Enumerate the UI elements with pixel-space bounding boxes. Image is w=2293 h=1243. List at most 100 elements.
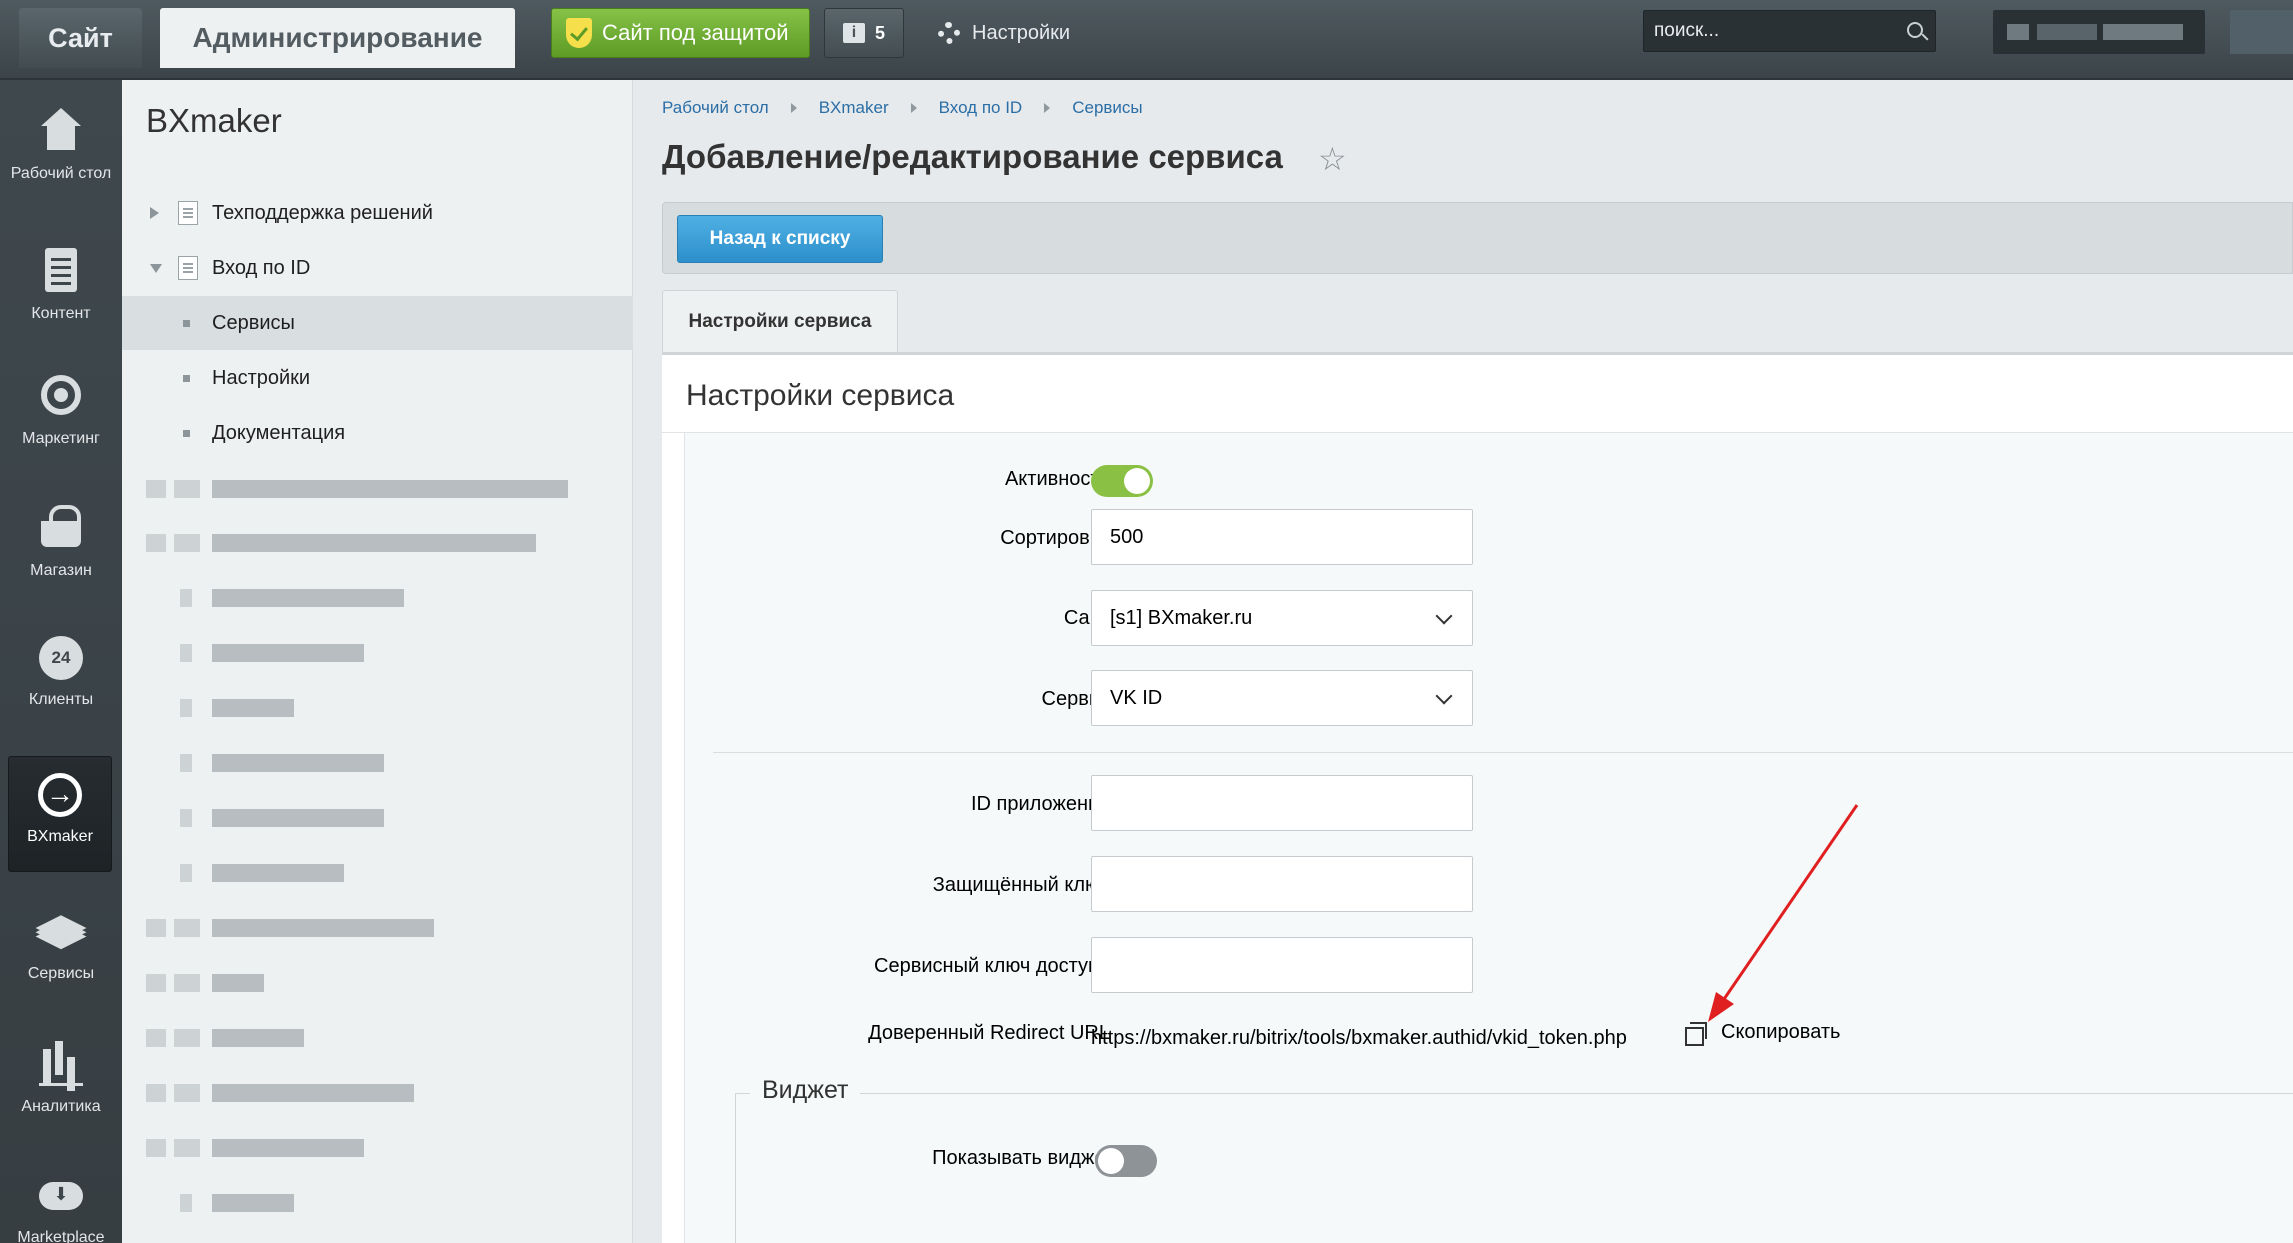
sidebar-item-support[interactable]: Техподдержка решений [122,186,633,240]
page-title: Добавление/редактирование сервиса [662,138,1283,175]
copy-label: Скопировать [1721,1021,1841,1043]
blurred-sidebar-item[interactable] [122,681,633,735]
site-tab[interactable]: Сайт [19,8,142,68]
secret-key-input[interactable] [1091,856,1473,912]
blurred-sidebar-item[interactable] [122,571,633,625]
house-icon [37,106,85,154]
copy-url-button[interactable]: Скопировать [1685,1021,1841,1046]
breadcrumb-item[interactable]: BXmaker [819,98,889,118]
blurred-sidebar-item[interactable] [122,1066,633,1120]
menu-item-label: Магазин [30,562,92,579]
blurred-sidebar-item[interactable] [122,462,633,516]
menu-item-desktop[interactable]: Рабочий стол [0,90,122,210]
sidebar-item-documentation[interactable]: Документация [122,406,633,460]
user-menu[interactable] [1993,10,2205,54]
service-select[interactable]: VK ID [1091,670,1473,726]
bars-icon [37,1039,85,1087]
breadcrumb: Рабочий стол BXmaker Вход по ID Сервисы [662,98,1143,118]
menu-item-marketplace[interactable]: Marketplace [0,1154,122,1243]
breadcrumb-separator-icon [790,103,797,113]
collapse-arrow-icon[interactable] [150,263,162,273]
menu-item-content[interactable]: Контент [0,230,122,350]
secret-key-label: Защищённый ключ [932,874,1110,896]
star-icon[interactable]: ☆ [1318,140,1347,178]
top-right-control[interactable] [2230,10,2293,54]
blurred-sidebar-item[interactable] [122,1176,633,1230]
top-bar: Сайт Администрирование Сайт под защитой … [0,0,2293,80]
back-to-list-button[interactable]: Назад к списку [677,215,883,263]
breadcrumb-item[interactable]: Сервисы [1072,98,1142,118]
search-icon[interactable] [1907,22,1923,38]
notifications-count: 5 [874,22,885,43]
site-protected-button[interactable]: Сайт под защитой [551,8,810,58]
blurred-sidebar-item[interactable] [122,846,633,900]
sidebar-item-label: Документация [212,421,346,444]
breadcrumb-separator-icon [1044,103,1051,113]
service-key-input[interactable] [1091,937,1473,993]
bullet-icon [183,374,190,382]
redirect-url-value: https://bxmaker.ru/bitrix/tools/bxmaker.… [1091,1027,1627,1049]
toggle-knob [1124,468,1150,494]
toolbar: Назад к списку [662,202,2293,274]
menu-item-services[interactable]: Сервисы [0,890,122,1010]
menu-item-label: Marketplace [17,1229,105,1243]
copy-icon [1685,1021,1707,1046]
menu-item-label: BXmaker [27,828,93,845]
blurred-sidebar-item[interactable] [122,1231,633,1243]
menu-item-marketing[interactable]: Маркетинг [0,355,122,475]
service-key-label: Сервисный ключ доступа [874,955,1110,977]
layers-icon [37,906,85,954]
sidebar-item-settings[interactable]: Настройки [122,351,633,405]
toggle-knob [1098,1148,1124,1174]
form-area: Активность Сортировка 500 Сайт [s1] BXma… [684,433,2293,1243]
menu-item-analytics[interactable]: Аналитика [0,1023,122,1143]
panel-header: Настройки сервиса [662,355,2293,433]
active-toggle[interactable] [1091,465,1153,497]
sidebar-item-label: Настройки [212,366,311,389]
tab-service-settings[interactable]: Настройки сервиса [662,290,898,352]
sidebar-item-label: Вход по ID [212,256,311,279]
blurred-sidebar-item[interactable] [122,626,633,680]
menu-item-shop[interactable]: Магазин [0,487,122,607]
info-icon: i [842,23,865,43]
menu-item-clients[interactable]: 24 Клиенты [0,620,122,740]
main-content: Рабочий стол BXmaker Вход по ID Сервисы … [634,80,2293,1243]
blurred-sidebar-item[interactable] [122,791,633,845]
menu-item-label: Сервисы [27,965,95,982]
sidebar-title: BXmaker [146,102,282,139]
search-input[interactable] [1654,20,1894,42]
menu-item-label: Рабочий стол [10,165,112,182]
breadcrumb-item[interactable]: Рабочий стол [662,98,769,118]
blurred-sidebar-item[interactable] [122,516,633,570]
menu-item-label: Контент [31,305,91,322]
menu-item-bxmaker[interactable]: → BXmaker [8,756,112,872]
left-menu: Рабочий стол Контент Маркетинг Магазин 2… [0,80,122,1243]
redirect-url-label: Доверенный Redirect URL [868,1022,1110,1044]
sidebar-item-label: Сервисы [212,311,295,334]
sort-input[interactable]: 500 [1091,509,1473,565]
blurred-sidebar-item[interactable] [122,956,633,1010]
blurred-sidebar-item[interactable] [122,736,633,790]
breadcrumb-item[interactable]: Вход по ID [939,98,1023,118]
section-sidebar: BXmaker Техподдержка решений Вход по ID … [122,80,633,1243]
widget-legend: Виджет [750,1076,861,1105]
search-box [1643,10,1936,52]
notifications-button[interactable]: i 5 [824,8,904,58]
basket-icon [37,503,85,551]
blurred-sidebar-item[interactable] [122,901,633,955]
admin-tab[interactable]: Администрирование [160,8,515,68]
site-select[interactable]: [s1] BXmaker.ru [1091,590,1473,646]
blurred-sidebar-item[interactable] [122,1121,633,1175]
expand-arrow-icon[interactable] [150,207,159,219]
settings-panel: Настройки сервиса Активность Сортировка … [662,355,2293,1243]
settings-link[interactable]: Настройки [938,18,1070,48]
bullet-icon [183,319,190,327]
sidebar-item-label: Техподдержка решений [212,201,433,224]
sidebar-item-services[interactable]: Сервисы [122,296,633,350]
app-id-input[interactable] [1091,775,1473,831]
blurred-sidebar-item[interactable] [122,1011,633,1065]
arrow-circle-icon: → [38,773,82,817]
show-widget-toggle[interactable] [1095,1145,1157,1177]
menu-item-label: Маркетинг [22,430,100,447]
sidebar-item-login-by-id[interactable]: Вход по ID [122,241,633,295]
